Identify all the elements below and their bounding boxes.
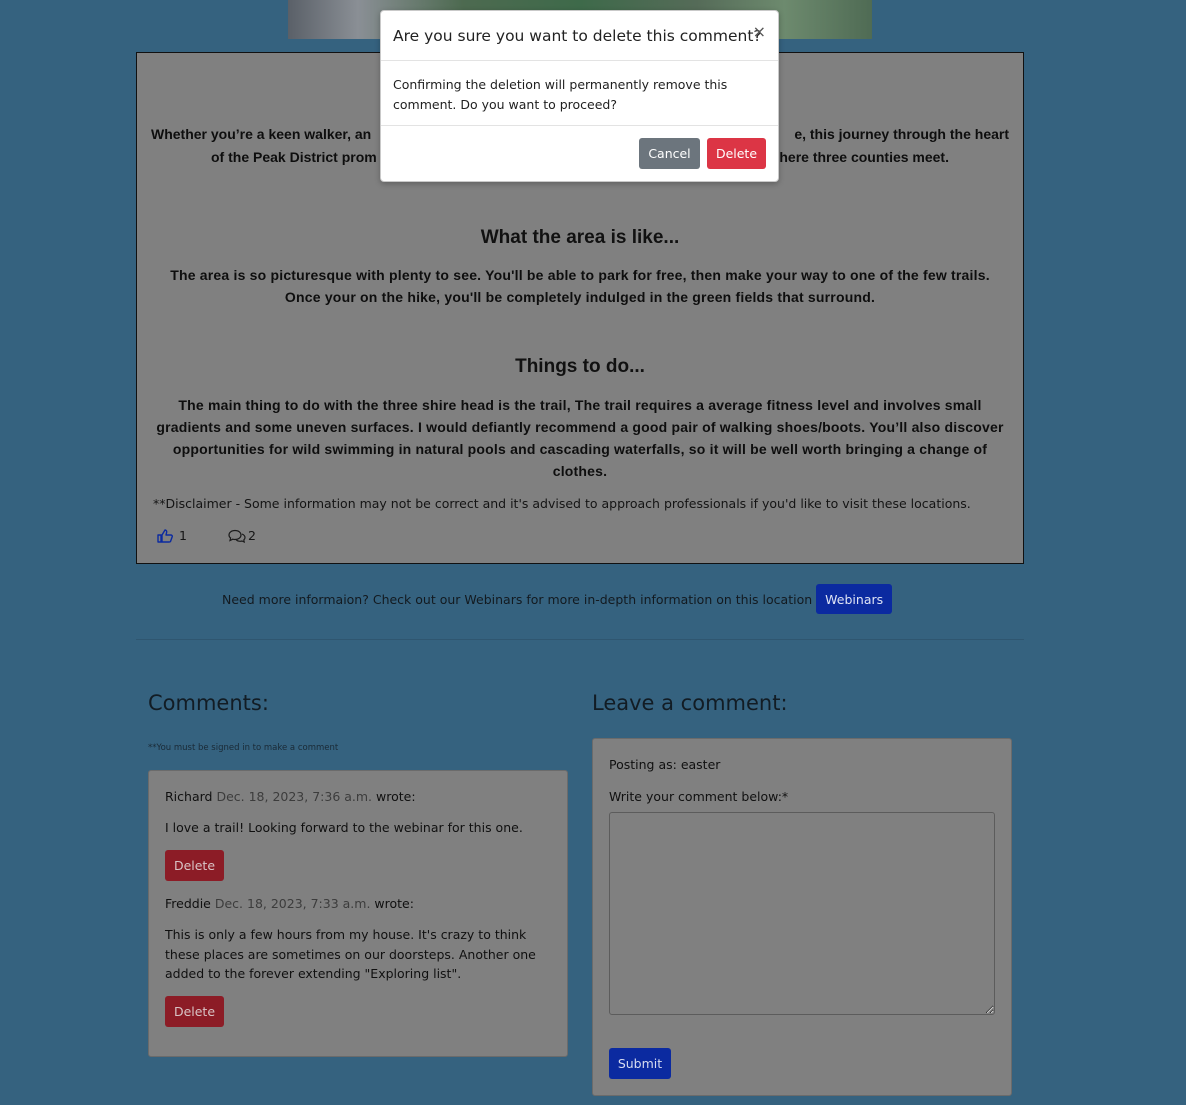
comments-title: Comments: [148,691,269,715]
comments-list: Richard Dec. 18, 2023, 7:36 a.m. wrote: … [148,770,568,1057]
comment-date: Dec. 18, 2023, 7:33 a.m. [214,896,371,911]
comment-wrote: wrote: [376,789,416,804]
modal-title: Are you sure you want to delete this com… [393,26,762,45]
comment-meta: Richard Dec. 18, 2023, 7:36 a.m. wrote: [165,789,555,804]
disclaimer-text: **Disclaimer - Some information may not … [153,496,971,511]
comment-author: Richard [165,789,213,804]
signin-note: **You must be signed in to make a commen… [148,743,339,753]
intro-line-1-left: Whether you’re a keen walker, an [151,126,372,142]
delete-comment-button[interactable]: Delete [165,849,224,881]
comment-count: 2 [247,528,256,543]
heading-area: What the area is like... [480,227,680,248]
section-divider [136,639,1024,640]
comment-item: Richard Dec. 18, 2023, 7:36 a.m. wrote: … [165,789,555,881]
delete-confirm-modal: Are you sure you want to delete this com… [380,10,779,182]
comment-body: This is only a few hours from my house. … [165,927,536,981]
comment-wrote: wrote: [374,896,414,911]
close-icon[interactable]: × [753,24,766,40]
comments-icon [228,529,246,543]
comment-meta: Freddie Dec. 18, 2023, 7:33 a.m. wrote: [165,896,555,911]
comment-date: Dec. 18, 2023, 7:36 a.m. [216,789,373,804]
webinars-button[interactable]: Webinars [816,584,893,614]
comment-item: Freddie Dec. 18, 2023, 7:33 a.m. wrote: … [165,896,555,1027]
cancel-button[interactable]: Cancel [639,138,700,169]
comment-count-indicator: 2 [228,528,256,543]
comment-author: Freddie [165,896,211,911]
intro-line-2-right: here three counties meet. [779,149,949,165]
modal-header: Are you sure you want to delete this com… [381,11,778,61]
posting-as-label: Posting as: easter [609,757,721,772]
like-button[interactable]: 1 [157,528,187,543]
submit-button[interactable]: Submit [609,1048,671,1079]
article-stats: 1 2 [157,528,256,543]
delete-comment-button[interactable]: Delete [165,995,224,1027]
webinar-promo-text: Need more informaion? Check out our Webi… [222,591,813,607]
heading-things-to-do: Things to do... [515,356,645,377]
comment-field-label: Write your comment below:* [609,789,789,804]
confirm-delete-button[interactable]: Delete [707,138,766,169]
leave-comment-title: Leave a comment: [592,691,788,715]
like-count: 1 [179,528,187,543]
intro-line-2-left: of the Peak District prom [211,149,377,165]
webinar-promo: Need more informaion? Check out our Webi… [222,584,893,614]
comment-form: Posting as: easter Write your comment be… [592,738,1012,1096]
paragraph-things-to-do: The main thing to do with the three shir… [156,397,1004,479]
modal-body: Confirming the deletion will permanently… [381,61,778,126]
comment-body: I love a trail! Looking forward to the w… [165,820,523,835]
comment-textarea[interactable] [609,812,995,1015]
intro-line-1-right: e, this journey through the heart [794,126,1009,142]
paragraph-area: The area is so picturesque with plenty t… [170,267,990,305]
modal-footer: Cancel Delete [381,126,778,181]
thumbs-up-icon [157,528,173,543]
